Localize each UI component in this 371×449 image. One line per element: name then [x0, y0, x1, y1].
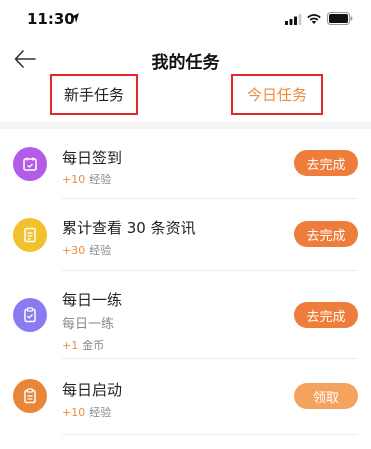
reward-amount: +10 [62, 173, 86, 186]
go-complete-button[interactable]: 去完成 [294, 302, 358, 328]
task-title: 累计查看 30 条资讯 [62, 219, 196, 237]
task-item-view-news: 累计查看 30 条资讯 +30 经验 去完成 [0, 199, 371, 271]
claim-button[interactable]: 领取 [294, 383, 358, 409]
task-title: 每日启动 [62, 381, 123, 399]
clipboard-icon [13, 379, 47, 413]
reward-unit: 经验 [89, 244, 112, 257]
calendar-icon [13, 147, 47, 181]
go-complete-button[interactable]: 去完成 [294, 221, 358, 247]
task-title: 每日一练 [62, 291, 123, 309]
clipboard-check-icon [13, 298, 47, 332]
reward-unit: 经验 [89, 173, 112, 186]
tab-daily-tasks[interactable]: 今日任务 [231, 74, 323, 115]
reward-amount: +10 [62, 406, 86, 419]
row-divider [62, 434, 358, 435]
task-title: 每日签到 [62, 149, 123, 167]
reward-amount: +30 [62, 244, 86, 257]
battery-icon [327, 12, 353, 25]
tab-label: 新手任务 [63, 86, 124, 104]
task-item-daily-checkin: 每日签到 +10 经验 去完成 [0, 129, 371, 199]
document-icon [13, 218, 47, 252]
section-divider [0, 122, 371, 129]
task-reward: +10 经验 [62, 404, 111, 420]
task-reward: +10 经验 [62, 171, 111, 187]
location-arrow-icon [71, 13, 79, 23]
status-time: 11:30 [27, 10, 75, 28]
reward-amount: +1 [62, 339, 79, 352]
status-bar: 11:30 [0, 0, 371, 38]
tab-newbie-tasks[interactable]: 新手任务 [50, 74, 138, 115]
tab-label: 今日任务 [246, 86, 307, 104]
task-tabs: 新手任务 今日任务 [0, 74, 371, 118]
page-title: 我的任务 [151, 53, 220, 73]
task-reward: +1 金币 [62, 337, 104, 353]
task-reward: +30 经验 [62, 242, 111, 258]
task-subtitle: 每日一练 [62, 317, 115, 332]
wifi-icon [307, 14, 321, 24]
cellular-signal-icon [285, 14, 302, 25]
task-item-daily-launch: 每日启动 +10 经验 领取 [0, 359, 371, 435]
go-complete-button[interactable]: 去完成 [294, 150, 358, 176]
reward-unit: 经验 [89, 406, 112, 419]
reward-unit: 金币 [82, 339, 105, 352]
task-item-daily-practice: 每日一练 每日一练 +1 金币 去完成 [0, 271, 371, 359]
